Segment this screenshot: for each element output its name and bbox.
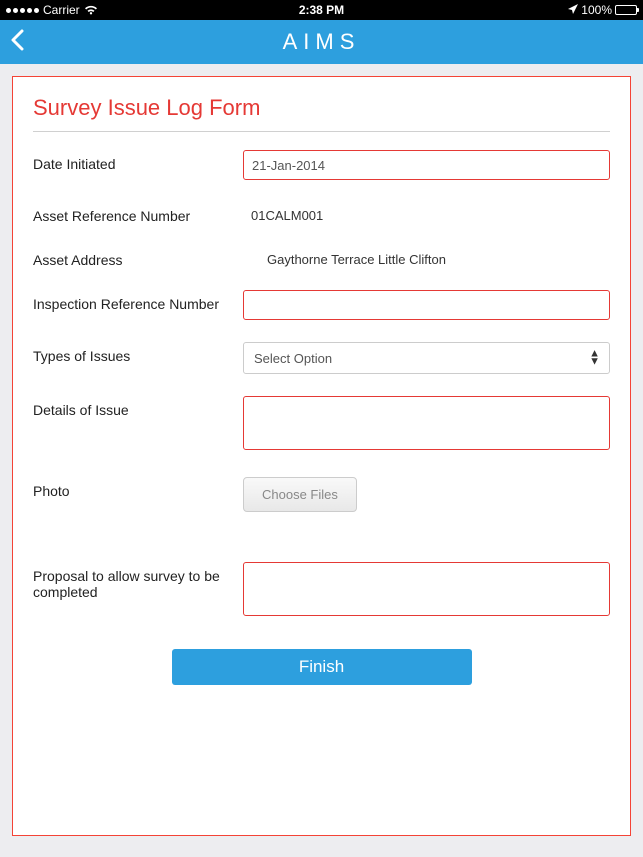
inspection-ref-input[interactable]	[243, 290, 610, 320]
row-proposal: Proposal to allow survey to be completed	[33, 562, 610, 621]
finish-row: Finish	[33, 649, 610, 685]
issue-types-select[interactable]: Select Option	[243, 342, 610, 374]
row-issue-details: Details of Issue	[33, 396, 610, 455]
row-issue-types: Types of Issues Select Option ▲▼	[33, 342, 610, 374]
label-proposal: Proposal to allow survey to be completed	[33, 562, 243, 600]
form-title: Survey Issue Log Form	[33, 95, 610, 132]
survey-form-card: Survey Issue Log Form Date Initiated Ass…	[12, 76, 631, 836]
label-asset-ref: Asset Reference Number	[33, 202, 243, 224]
date-initiated-input[interactable]	[243, 150, 610, 180]
back-button[interactable]	[10, 28, 24, 56]
label-photo: Photo	[33, 477, 243, 499]
choose-files-button[interactable]: Choose Files	[243, 477, 357, 512]
asset-ref-value: 01CALM001	[243, 202, 610, 223]
proposal-textarea[interactable]	[243, 562, 610, 616]
status-right: 100%	[568, 3, 637, 17]
status-time: 2:38 PM	[299, 3, 344, 17]
label-asset-address: Asset Address	[33, 246, 243, 268]
finish-button[interactable]: Finish	[172, 649, 472, 685]
row-inspection-ref: Inspection Reference Number	[33, 290, 610, 320]
location-icon	[568, 3, 578, 17]
label-issue-types: Types of Issues	[33, 342, 243, 364]
signal-strength-icon	[6, 8, 39, 13]
nav-bar: AIMS	[0, 20, 643, 64]
nav-title: AIMS	[283, 29, 361, 55]
label-issue-details: Details of Issue	[33, 396, 243, 418]
row-asset-address: Asset Address Gaythorne Terrace Little C…	[33, 246, 610, 268]
row-photo: Photo Choose Files	[33, 477, 610, 512]
label-inspection-ref: Inspection Reference Number	[33, 290, 243, 312]
wifi-icon	[84, 5, 98, 15]
status-left: Carrier	[6, 3, 98, 17]
page-body: Survey Issue Log Form Date Initiated Ass…	[0, 64, 643, 848]
status-bar: Carrier 2:38 PM 100%	[0, 0, 643, 20]
row-asset-ref: Asset Reference Number 01CALM001	[33, 202, 610, 224]
row-date-initiated: Date Initiated	[33, 150, 610, 180]
label-date-initiated: Date Initiated	[33, 150, 243, 172]
carrier-label: Carrier	[43, 3, 80, 17]
battery-icon	[615, 5, 637, 15]
battery-percent: 100%	[581, 3, 612, 17]
asset-address-value: Gaythorne Terrace Little Clifton	[243, 246, 610, 267]
issue-details-textarea[interactable]	[243, 396, 610, 450]
